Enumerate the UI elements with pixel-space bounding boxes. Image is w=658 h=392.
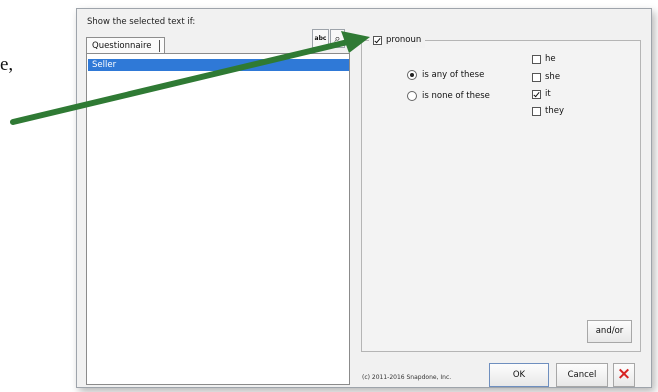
search-icon: ⌕: [334, 32, 341, 45]
search-button[interactable]: ⌕: [330, 29, 345, 48]
tab-questionnaire-label: Questionnaire: [92, 41, 152, 51]
document-text-fragment: e,: [0, 54, 14, 75]
option-she-checkbox[interactable]: [532, 72, 541, 82]
abc-button[interactable]: abc: [312, 29, 329, 48]
radio-is-any[interactable]: is any of these: [407, 70, 484, 80]
option-she[interactable]: she: [532, 72, 560, 82]
option-it[interactable]: it: [532, 89, 551, 99]
condition-panel: [361, 40, 641, 352]
tab-divider: [159, 40, 160, 52]
close-button[interactable]: ×: [613, 363, 635, 387]
option-they-label: they: [545, 106, 564, 116]
option-they-checkbox[interactable]: [532, 106, 541, 116]
ok-button[interactable]: OK: [489, 363, 549, 387]
questionnaire-listbox[interactable]: Seller: [86, 53, 350, 385]
option-they[interactable]: they: [532, 106, 564, 116]
option-she-label: she: [545, 72, 561, 82]
dialog-prompt: Show the selected text if:: [87, 17, 196, 27]
radio-is-any-label: is any of these: [422, 70, 485, 80]
radio-is-none[interactable]: is none of these: [407, 91, 490, 101]
radio-is-none-label: is none of these: [422, 91, 490, 101]
option-he[interactable]: he: [532, 54, 556, 64]
pronoun-label: pronoun: [386, 35, 422, 45]
tab-questionnaire[interactable]: Questionnaire: [86, 37, 165, 54]
radio-button[interactable]: [407, 70, 417, 80]
copyright-text: (c) 2011-2016 Snapdone, Inc.: [362, 374, 452, 381]
list-item[interactable]: Seller: [88, 59, 349, 71]
cancel-button[interactable]: Cancel: [556, 363, 608, 387]
and-or-button[interactable]: and/or: [587, 320, 632, 343]
option-he-checkbox[interactable]: [532, 54, 541, 64]
close-icon: ×: [616, 364, 632, 384]
condition-dialog: Show the selected text if: Questionnaire…: [76, 8, 652, 388]
option-it-checkbox[interactable]: [532, 89, 541, 99]
pronoun-condition-toggle[interactable]: pronoun: [369, 32, 426, 48]
option-he-label: he: [545, 54, 556, 64]
radio-button[interactable]: [407, 91, 417, 101]
pronoun-checkbox[interactable]: [373, 35, 382, 45]
option-it-label: it: [545, 89, 551, 99]
